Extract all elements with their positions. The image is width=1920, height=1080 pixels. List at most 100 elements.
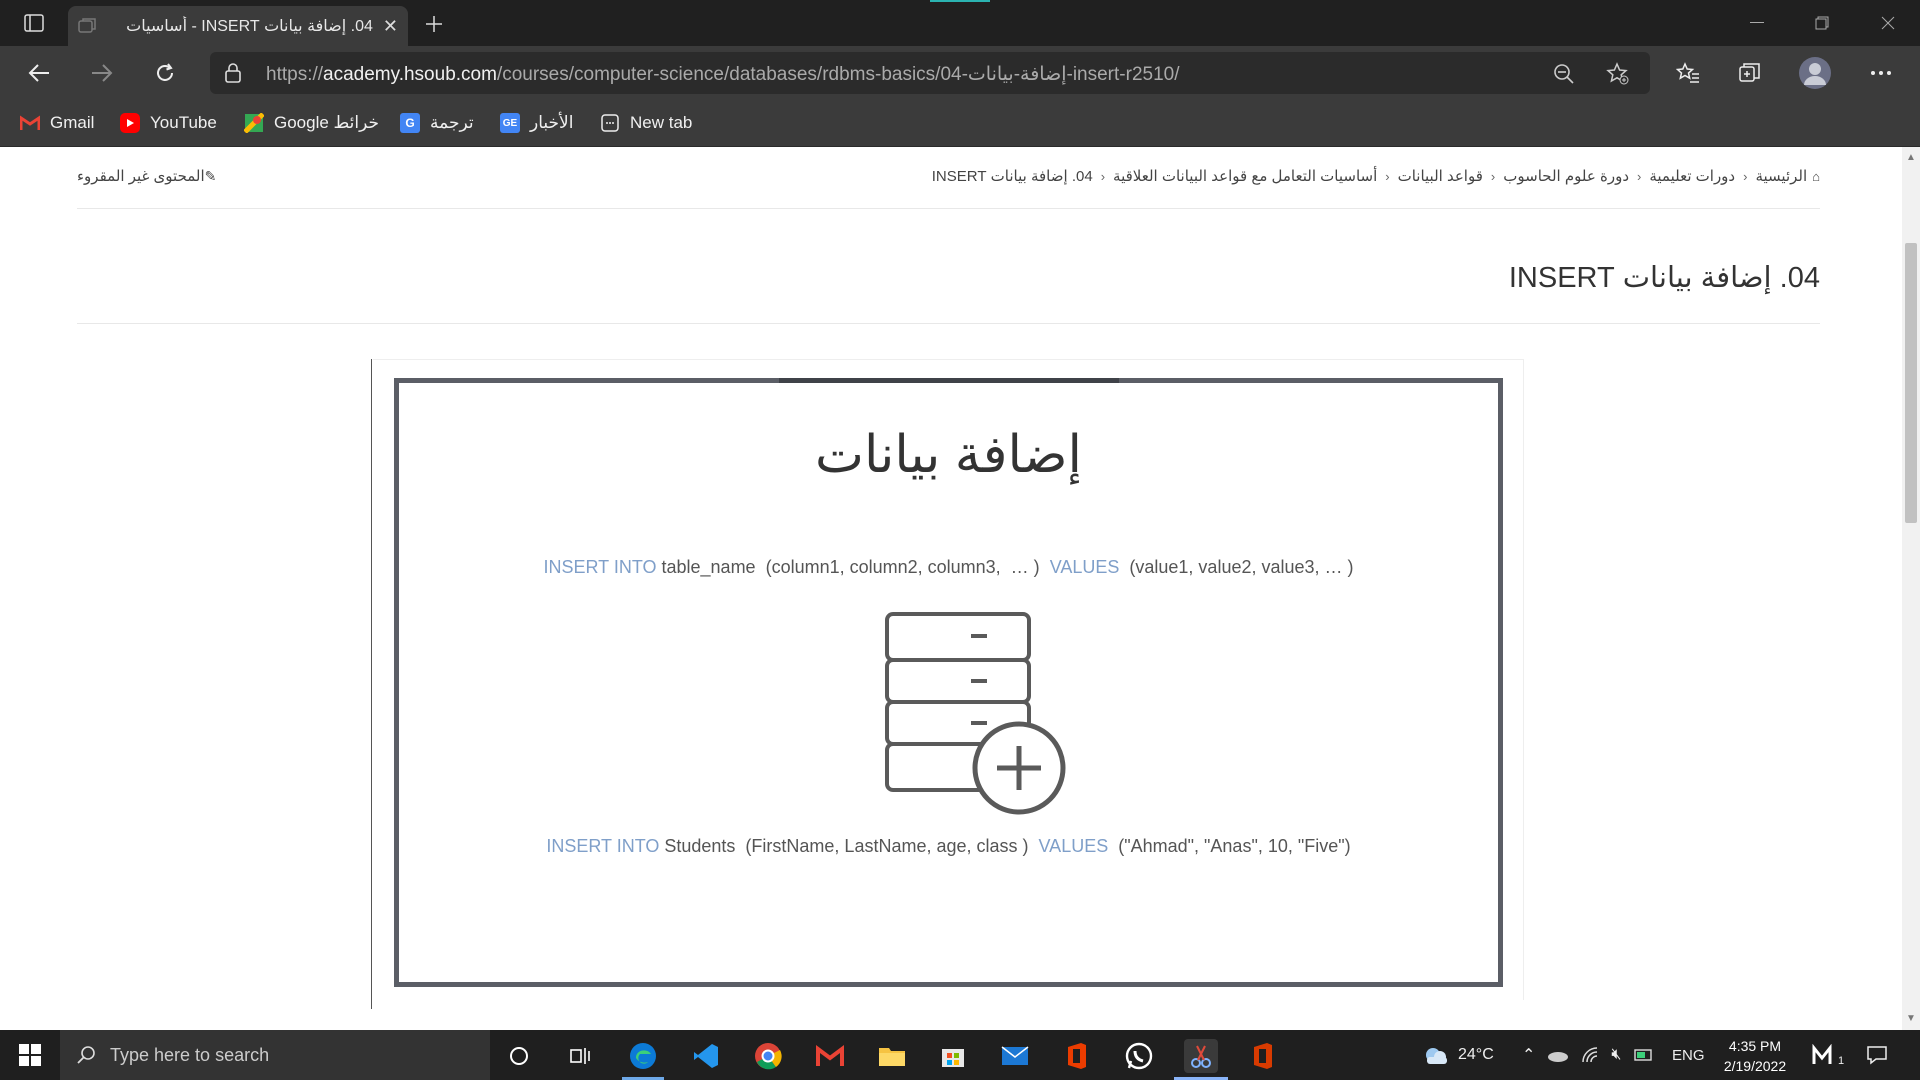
slide-top-bar (779, 378, 1119, 383)
office-app-icon[interactable] (1246, 1039, 1280, 1073)
wifi-icon[interactable] (1581, 1047, 1599, 1063)
task-view-icon[interactable] (563, 1039, 597, 1073)
restore-button[interactable] (1792, 0, 1852, 46)
vscode-icon[interactable] (689, 1039, 723, 1073)
minimize-button[interactable] (1727, 0, 1787, 46)
lesson-slide[interactable]: إضافة بيانات INSERT INTO table_name (col… (394, 378, 1503, 987)
address-bar[interactable]: https://academy.hsoub.com/courses/comput… (210, 52, 1650, 94)
close-window-button[interactable] (1858, 0, 1918, 46)
bookmark-translate[interactable]: G ترجمة (400, 110, 474, 136)
bookmark-label: Gmail (50, 113, 95, 132)
tab-bar: 04. إضافة بيانات INSERT - أساسيات ✕ (0, 0, 1920, 46)
tab-title: 04. إضافة بيانات INSERT - أساسيات (126, 18, 373, 35)
battery-icon[interactable] (1633, 1048, 1654, 1062)
taskbar-search[interactable]: Type here to search (60, 1030, 490, 1080)
chrome-icon[interactable] (751, 1039, 785, 1073)
weather-widget[interactable]: 24°C (1422, 1030, 1494, 1080)
page-title: 04. إضافة بيانات INSERT (1508, 262, 1820, 294)
unread-content-link[interactable]: ✎ المحتوى غير المقروء (77, 167, 222, 186)
snipping-tool-icon[interactable] (1184, 1039, 1218, 1073)
onedrive-icon[interactable] (1547, 1048, 1569, 1062)
sql-syntax-line: INSERT INTO table_name (column1, column2… (399, 557, 1498, 578)
bookmark-youtube[interactable]: YouTube (120, 110, 217, 136)
mail-icon[interactable] (998, 1039, 1032, 1073)
start-button[interactable] (0, 1030, 60, 1080)
scroll-up-icon[interactable]: ▲ (1906, 153, 1916, 163)
breadcrumb-cs-course[interactable]: دورة علوم الحاسوب (1503, 167, 1629, 185)
meet-now-icon[interactable]: 1 (1812, 1030, 1844, 1080)
bookmark-label: ترجمة (430, 113, 474, 132)
google-maps-icon (244, 113, 264, 133)
chevron-up-icon[interactable]: ⌃ (1522, 1045, 1535, 1065)
collections-icon[interactable] (1731, 54, 1769, 92)
edge-icon[interactable] (626, 1039, 660, 1073)
youtube-icon (120, 113, 140, 133)
new-tab-button[interactable] (420, 10, 448, 38)
sql-keyword: INSERT INTO (546, 836, 660, 856)
cloud-icon (1422, 1045, 1450, 1065)
slide-title: إضافة بيانات (815, 426, 1082, 484)
forward-button[interactable] (83, 54, 121, 92)
sql-keyword: INSERT INTO (543, 557, 657, 577)
breadcrumb-rdbms-basics[interactable]: أساسيات التعامل مع قواعد البيانات العلاق… (1113, 167, 1377, 185)
sql-text: table_name (column1, column2, column3, …… (656, 557, 1050, 577)
chevron-icon: ‹ (1385, 168, 1390, 184)
scrollbar-thumb[interactable] (1905, 243, 1917, 523)
browser-toolbar: https://academy.hsoub.com/courses/comput… (0, 46, 1920, 100)
sql-text: (value1, value2, value3, … ) (1119, 557, 1354, 577)
refresh-button[interactable] (146, 54, 184, 92)
pencil-icon: ✎ (204, 167, 217, 184)
lock-icon[interactable] (224, 63, 244, 83)
breadcrumb-courses[interactable]: دورات تعليمية (1649, 167, 1735, 185)
profile-avatar[interactable] (1796, 54, 1834, 92)
file-explorer-icon[interactable] (875, 1039, 909, 1073)
url-text[interactable]: https://academy.hsoub.com/courses/comput… (266, 63, 1180, 86)
chevron-icon: ‹ (1637, 168, 1642, 184)
tray-icons: ⌃ 🔇︎ (1522, 1030, 1654, 1080)
tab-actions-icon[interactable] (14, 9, 54, 37)
news-icon: GE (500, 113, 520, 133)
zoom-icon[interactable] (1552, 62, 1576, 86)
scroll-down-icon[interactable]: ▼ (1906, 1014, 1916, 1024)
favorites-icon[interactable] (1669, 54, 1707, 92)
volume-muted-icon[interactable]: 🔇︎ (1611, 1046, 1621, 1064)
bookmark-gmail[interactable]: Gmail (20, 110, 94, 136)
breadcrumb: ⌂ الرئيسية ‹ دورات تعليمية ‹ دورة علوم ا… (932, 167, 1820, 185)
bookmark-label: New tab (630, 113, 693, 132)
windows-taskbar: Type here to search 24°C ⌃ 🔇︎ ENG 4:35 P… (0, 1030, 1920, 1080)
home-icon: ⌂ (1812, 168, 1820, 184)
url-prefix: https:// (266, 64, 324, 85)
back-button[interactable] (20, 54, 58, 92)
chevron-icon: ‹ (1743, 168, 1748, 184)
page-favicon-icon (78, 16, 98, 36)
store-icon[interactable] (936, 1039, 970, 1073)
bookmark-google-maps[interactable]: Google خرائط (244, 110, 379, 136)
sql-text: ("Ahmad", "Anas", 10, "Five") (1108, 836, 1351, 856)
search-icon (76, 1045, 96, 1065)
clock-date: 2/19/2022 (1723, 1058, 1787, 1074)
bookmark-news[interactable]: GE الأخبار (500, 110, 573, 136)
gmail-app-icon[interactable] (813, 1039, 847, 1073)
browser-tab-active[interactable]: 04. إضافة بيانات INSERT - أساسيات ✕ (68, 6, 408, 46)
content-side-rule (371, 359, 372, 1009)
url-path: /courses/computer-science/databases/rdbm… (496, 64, 1180, 85)
database-add-icon (885, 612, 1066, 815)
breadcrumb-databases[interactable]: قواعد البيانات (1398, 167, 1483, 185)
breadcrumb-home[interactable]: الرئيسية (1755, 167, 1807, 185)
cortana-icon[interactable] (502, 1039, 536, 1073)
search-placeholder: Type here to search (110, 1044, 270, 1065)
tab-close-icon[interactable]: ✕ (383, 16, 398, 37)
bookmark-new-tab[interactable]: New tab (600, 110, 692, 136)
url-host: academy.hsoub.com (323, 64, 497, 85)
office-icon[interactable] (1060, 1039, 1094, 1073)
whatsapp-icon[interactable] (1122, 1039, 1156, 1073)
clock[interactable]: 4:35 PM 2/19/2022 (1700, 1036, 1810, 1076)
bookmarks-bar: Gmail YouTube Google خرائط G ترجمة GE ال… (0, 100, 1920, 147)
page-scrollbar[interactable]: ▲ ▼ (1902, 147, 1920, 1030)
gmail-icon (20, 113, 40, 133)
translate-icon: G (400, 113, 420, 133)
more-menu-icon[interactable] (1862, 54, 1900, 92)
divider (77, 323, 1820, 324)
action-center-icon[interactable] (1866, 1030, 1888, 1080)
add-favorite-icon[interactable] (1606, 62, 1630, 86)
